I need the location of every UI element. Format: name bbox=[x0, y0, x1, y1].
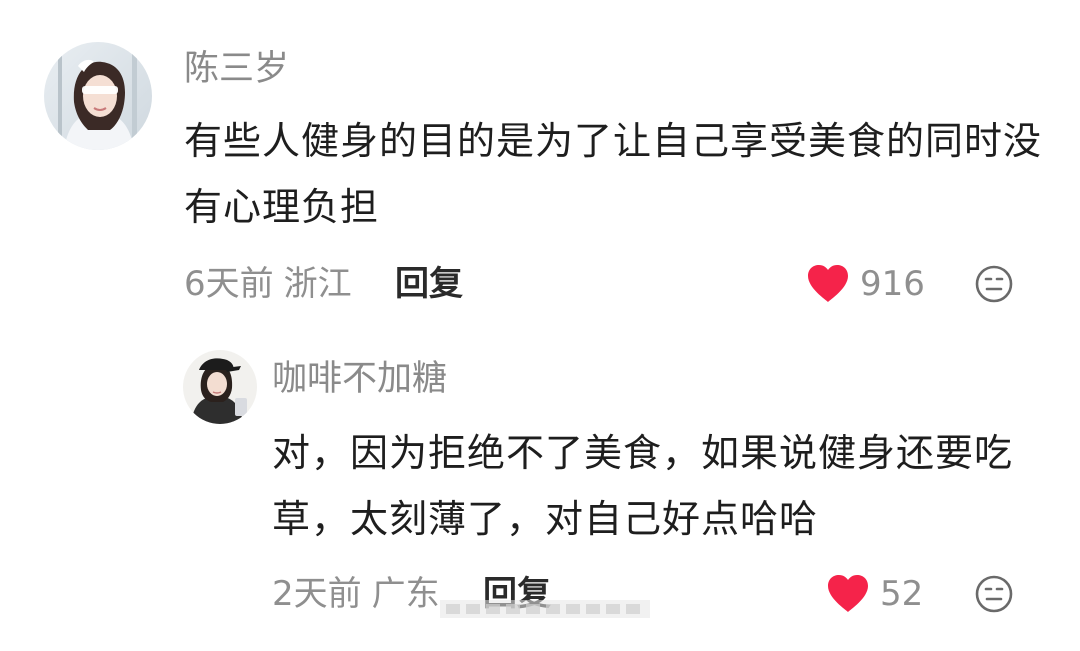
like-count: 52 bbox=[880, 574, 924, 614]
avatar-image bbox=[183, 350, 257, 424]
comment-location: 浙江 bbox=[283, 264, 352, 304]
like-count: 916 bbox=[860, 264, 925, 304]
heart-icon bbox=[828, 575, 868, 612]
user-avatar[interactable] bbox=[183, 350, 257, 424]
heart-icon bbox=[808, 265, 848, 302]
reply-button[interactable]: 回复 bbox=[395, 262, 463, 306]
like-button[interactable]: 52 bbox=[826, 572, 923, 616]
dislike-button[interactable] bbox=[974, 574, 1014, 614]
comment-text: 对，因为拒绝不了美食，如果说健身还要吃草，太刻薄了，对自己好点哈哈 bbox=[272, 431, 1014, 541]
neutral-face-icon bbox=[975, 265, 1013, 303]
comment-meta: 2天前 广东 bbox=[272, 572, 440, 616]
comment-item: 陈三岁 有些人健身的目的是为了让自己享受美食的同时没有心理负担 6天前 浙江 回复… bbox=[0, 0, 1080, 330]
dislike-button[interactable] bbox=[974, 264, 1014, 304]
neutral-face-icon bbox=[975, 575, 1013, 613]
username[interactable]: 陈三岁 bbox=[184, 47, 289, 91]
comment-time: 6天前 bbox=[184, 264, 274, 304]
comment-location: 广东 bbox=[371, 574, 440, 614]
avatar-image bbox=[44, 42, 152, 150]
comment-thread: 陈三岁 有些人健身的目的是为了让自己享受美食的同时没有心理负担 6天前 浙江 回复… bbox=[0, 0, 1080, 651]
like-button[interactable]: 916 bbox=[806, 262, 925, 306]
username[interactable]: 咖啡不加糖 bbox=[272, 357, 447, 401]
comment-meta: 6天前 浙江 bbox=[184, 262, 352, 306]
comment-text: 有些人健身的目的是为了让自己享受美食的同时没有心理负担 bbox=[184, 119, 1043, 229]
comment-time: 2天前 bbox=[272, 574, 362, 614]
reply-comment-item: 咖啡不加糖 对，因为拒绝不了美食，如果说健身还要吃草，太刻薄了，对自己好点哈哈 … bbox=[0, 330, 1080, 651]
user-avatar[interactable] bbox=[44, 42, 152, 150]
watermark-image bbox=[440, 600, 650, 618]
